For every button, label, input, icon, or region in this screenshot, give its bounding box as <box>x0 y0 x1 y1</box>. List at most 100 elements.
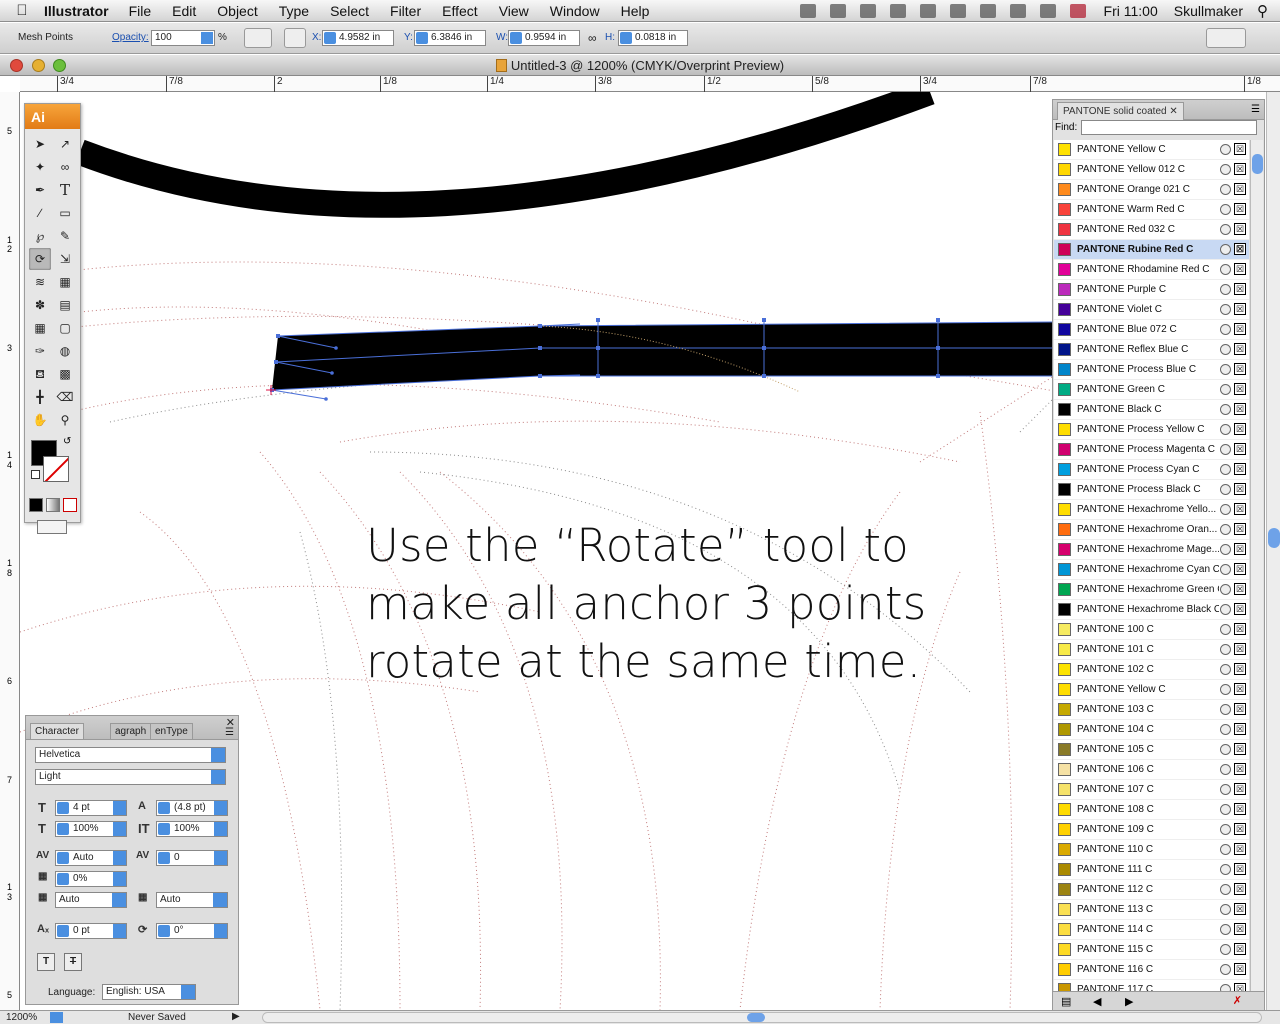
transform-menu-button[interactable] <box>244 28 272 48</box>
live-paint-selection-icon[interactable]: ▩ <box>54 363 76 385</box>
canvas-horizontal-scrollbar[interactable] <box>262 1012 1262 1023</box>
menu-clock[interactable]: Fri 11:00 <box>1104 3 1158 19</box>
scroll-thumb[interactable] <box>1252 154 1263 174</box>
aki-left-select[interactable]: Auto <box>55 892 127 908</box>
color-mode-icon[interactable] <box>29 498 43 512</box>
tray-script-icon[interactable] <box>859 4 876 18</box>
type-tool-icon[interactable]: T <box>54 179 76 201</box>
font-size-stepper-icon[interactable] <box>57 802 69 814</box>
tray-drive-icon[interactable] <box>799 4 816 18</box>
swatch-row[interactable]: PANTONE Hexachrome Mage... ☒ <box>1054 540 1249 560</box>
magic-wand-tool-icon[interactable]: ✦ <box>29 156 51 178</box>
opacity-field[interactable]: 100 <box>151 30 215 46</box>
panel-menu-icon[interactable]: ☰ <box>1251 104 1260 115</box>
rotate-tool-icon[interactable]: ⟳ <box>29 248 51 270</box>
kerning-stepper-icon[interactable] <box>57 852 69 864</box>
baseline-shift-field[interactable]: 0 pt <box>55 923 127 939</box>
menu-edit[interactable]: Edit <box>172 3 196 19</box>
character-rotation-field[interactable]: 0° <box>156 923 228 939</box>
swatch-row[interactable]: PANTONE Process Black C ☒ <box>1054 480 1249 500</box>
live-paint-tool-icon[interactable]: ⛾ <box>29 363 51 385</box>
swatch-row[interactable]: PANTONE 114 C ☒ <box>1054 920 1249 940</box>
reference-point-icon[interactable] <box>284 28 306 48</box>
x-field[interactable]: 4.9582 in <box>322 30 394 46</box>
strikethrough-button[interactable]: T <box>64 953 82 971</box>
gradient-mode-icon[interactable] <box>46 498 60 512</box>
menu-object[interactable]: Object <box>217 3 257 19</box>
swatch-row[interactable]: PANTONE 103 C ☒ <box>1054 700 1249 720</box>
swatch-row[interactable]: PANTONE Green C ☒ <box>1054 380 1249 400</box>
next-library-icon[interactable]: ▶ <box>1125 995 1133 1008</box>
vertical-ruler[interactable]: 5 1 2 3 1 4 1 8 6 7 1 3 5 <box>0 92 20 1010</box>
menu-select[interactable]: Select <box>330 3 369 19</box>
swatch-row[interactable]: PANTONE Orange 021 C ☒ <box>1054 180 1249 200</box>
previous-library-icon[interactable]: ◀ <box>1093 995 1101 1008</box>
menu-help[interactable]: Help <box>621 3 650 19</box>
rotation-stepper-icon[interactable] <box>158 925 170 937</box>
swatch-row[interactable]: PANTONE Hexachrome Green C ☒ <box>1054 580 1249 600</box>
y-field[interactable]: 6.3846 in <box>414 30 486 46</box>
library-menu-icon[interactable]: ▤ <box>1061 995 1071 1008</box>
swatch-row[interactable]: PANTONE Violet C ☒ <box>1054 300 1249 320</box>
swatch-row[interactable]: PANTONE 106 C ☒ <box>1054 760 1249 780</box>
selection-tool-icon[interactable]: ➤ <box>29 133 51 155</box>
delete-swatch-icon[interactable]: ✗ <box>1233 994 1242 1007</box>
leading-field[interactable]: (4.8 pt) <box>156 800 228 816</box>
tab-opentype[interactable]: enType <box>150 723 193 739</box>
time-machine-icon[interactable] <box>949 4 966 18</box>
chevron-down-icon[interactable] <box>214 851 227 865</box>
chevron-down-icon[interactable] <box>211 748 225 762</box>
direct-selection-tool-icon[interactable]: ↗ <box>54 133 76 155</box>
stroke-swatch[interactable] <box>43 456 69 482</box>
font-size-field[interactable]: 4 pt <box>55 800 127 816</box>
volume-icon[interactable] <box>1039 4 1056 18</box>
horizontal-scale-field[interactable]: 100% <box>156 821 228 837</box>
free-transform-tool-icon[interactable]: ▦ <box>54 271 76 293</box>
swatch-row[interactable]: PANTONE Rubine Red C ☒ <box>1054 240 1249 260</box>
graph-tool-icon[interactable]: ▤ <box>54 294 76 316</box>
w-stepper-icon[interactable] <box>510 32 522 44</box>
flag-input-icon[interactable] <box>1069 4 1086 18</box>
font-family-select[interactable]: Helvetica <box>35 747 226 763</box>
eject-icon[interactable] <box>1009 4 1026 18</box>
lasso-tool-icon[interactable]: ∞ <box>54 156 76 178</box>
tracking-field[interactable]: 0 <box>156 850 228 866</box>
swatch-scrollbar[interactable] <box>1250 140 1263 993</box>
sync-icon[interactable] <box>979 4 996 18</box>
hand-tool-icon[interactable]: ✋ <box>29 409 51 431</box>
tsume-stepper-icon[interactable] <box>57 873 69 885</box>
menu-effect[interactable]: Effect <box>442 3 478 19</box>
eraser-tool-icon[interactable]: ⌫ <box>54 386 76 408</box>
tsume-field[interactable]: 0% <box>55 871 127 887</box>
menu-filter[interactable]: Filter <box>390 3 421 19</box>
swatch-row[interactable]: PANTONE Hexachrome Black C ☒ <box>1054 600 1249 620</box>
swatch-row[interactable]: PANTONE 113 C ☒ <box>1054 900 1249 920</box>
swatch-row[interactable]: PANTONE 107 C ☒ <box>1054 780 1249 800</box>
find-input[interactable] <box>1081 120 1257 135</box>
tray-bolt-icon[interactable] <box>889 4 906 18</box>
zoom-dropdown-icon[interactable] <box>50 1012 63 1023</box>
chevron-down-icon[interactable] <box>214 822 227 836</box>
aki-right-select[interactable]: Auto <box>156 892 228 908</box>
none-mode-icon[interactable] <box>63 498 77 512</box>
slice-tool-icon[interactable]: ╋ <box>29 386 51 408</box>
zoom-level[interactable]: 1200% <box>6 1012 37 1023</box>
language-select[interactable]: English: USA <box>102 984 196 1000</box>
constrain-link-icon[interactable]: ∞ <box>588 31 597 45</box>
default-fill-stroke-icon[interactable] <box>31 470 40 479</box>
swatch-row[interactable]: PANTONE 110 C ☒ <box>1054 840 1249 860</box>
swatch-row[interactable]: PANTONE Black C ☒ <box>1054 400 1249 420</box>
blend-tool-icon[interactable]: ◍ <box>54 340 76 362</box>
swatch-row[interactable]: PANTONE 115 C ☒ <box>1054 940 1249 960</box>
eyedropper-tool-icon[interactable]: ✑ <box>29 340 51 362</box>
baseline-stepper-icon[interactable] <box>57 925 69 937</box>
font-style-select[interactable]: Light <box>35 769 226 785</box>
chevron-updown-icon[interactable] <box>112 893 126 907</box>
chevron-down-icon[interactable] <box>113 822 126 836</box>
swatch-row[interactable]: PANTONE 112 C ☒ <box>1054 880 1249 900</box>
vertical-scale-field[interactable]: 100% <box>55 821 127 837</box>
status-state[interactable]: Never Saved <box>128 1012 186 1023</box>
swatch-row[interactable]: PANTONE Process Yellow C ☒ <box>1054 420 1249 440</box>
swatch-row[interactable]: PANTONE 105 C ☒ <box>1054 740 1249 760</box>
chevron-down-icon[interactable] <box>113 801 126 815</box>
